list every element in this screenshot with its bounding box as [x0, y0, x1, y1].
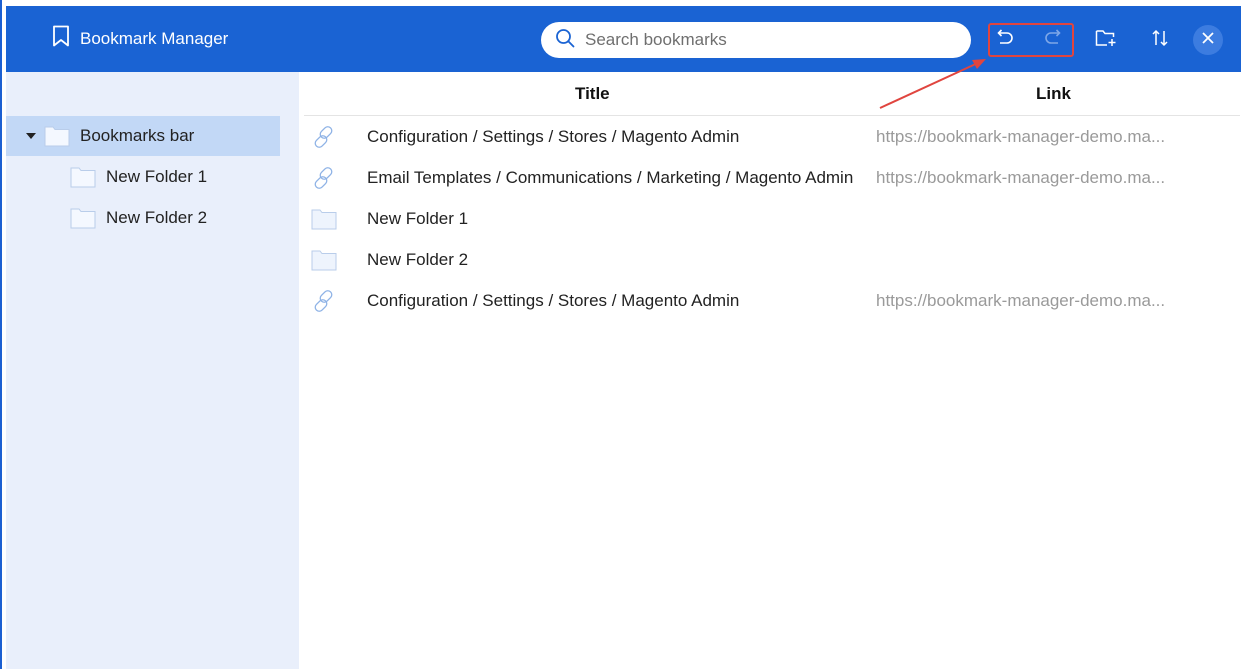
undo-button[interactable] — [989, 25, 1019, 55]
link-icon — [310, 123, 338, 151]
sort-icon — [1151, 29, 1169, 52]
redo-button[interactable] — [1039, 25, 1069, 55]
undo-icon — [994, 28, 1014, 52]
link-icon — [310, 164, 338, 192]
app-brand: Bookmark Manager — [52, 25, 228, 52]
sidebar-item-label: New Folder 1 — [106, 167, 208, 186]
column-header-link[interactable]: Link — [1036, 84, 1071, 104]
folder-icon — [70, 166, 96, 188]
row-title: New Folder 1 — [367, 209, 469, 228]
header-bar: Bookmark Manager — [6, 6, 1241, 72]
row-link: https://bookmark-manager-demo.ma... — [876, 127, 1166, 146]
close-button[interactable] — [1193, 25, 1223, 55]
app-title: Bookmark Manager — [80, 28, 229, 48]
column-header-title[interactable]: Title — [575, 84, 610, 104]
new-folder-button[interactable] — [1091, 25, 1121, 55]
link-icon — [310, 287, 338, 315]
table-row[interactable]: New Folder 2 — [300, 240, 1240, 280]
sidebar-item-label: Bookmarks bar — [80, 126, 195, 145]
row-title: Configuration / Settings / Stores / Mage… — [367, 127, 740, 146]
close-icon — [1201, 31, 1215, 50]
folder-icon — [310, 205, 338, 233]
row-link: https://bookmark-manager-demo.ma... — [876, 291, 1166, 310]
folder-icon — [310, 246, 338, 274]
row-title: New Folder 2 — [367, 250, 469, 269]
sidebar-item-new-folder-1[interactable]: New Folder 1 — [6, 157, 280, 197]
table-row[interactable]: Configuration / Settings / Stores / Mage… — [300, 281, 1240, 321]
sort-button[interactable] — [1145, 25, 1175, 55]
row-title: Email Templates / Communications / Marke… — [367, 168, 854, 187]
table-row[interactable]: Configuration / Settings / Stores / Mage… — [300, 117, 1240, 157]
redo-icon — [1044, 28, 1064, 52]
sidebar-item-new-folder-2[interactable]: New Folder 2 — [6, 198, 280, 238]
sidebar-item-label: New Folder 2 — [106, 208, 208, 227]
bookmark-list: Title Link Configuration / Settings / St… — [300, 72, 1240, 669]
sidebar-item-bookmarks-bar[interactable]: Bookmarks bar — [6, 116, 280, 156]
folder-icon — [70, 207, 96, 229]
table-row[interactable]: Email Templates / Communications / Marke… — [300, 158, 1240, 198]
bookmark-icon — [52, 25, 80, 52]
new-folder-icon — [1095, 29, 1117, 52]
row-link: https://bookmark-manager-demo.ma... — [876, 168, 1166, 187]
search-input[interactable] — [583, 29, 947, 51]
folder-icon — [44, 125, 70, 147]
row-title: Configuration / Settings / Stores / Mage… — [367, 291, 740, 310]
table-row[interactable]: New Folder 1 — [300, 199, 1240, 239]
search-box[interactable] — [541, 22, 971, 58]
header-divider — [304, 115, 1240, 116]
search-icon — [555, 28, 575, 53]
caret-down-icon[interactable] — [18, 133, 44, 139]
sidebar: Bookmarks bar New Folder 1 New Folder 2 — [6, 72, 299, 669]
